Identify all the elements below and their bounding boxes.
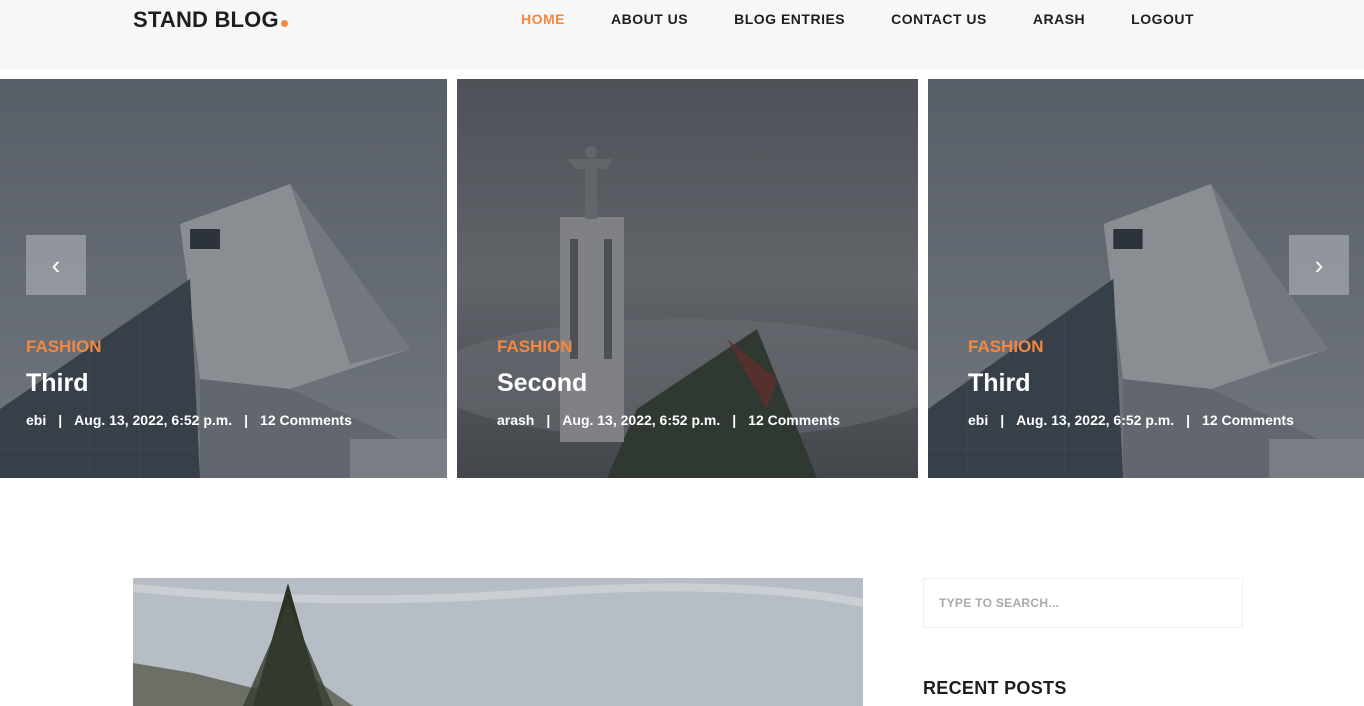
- recent-posts-heading: RECENT POSTS: [923, 678, 1067, 698]
- meta-separator: |: [244, 412, 249, 428]
- slider-prev-button[interactable]: ‹: [26, 235, 86, 295]
- meta-separator: |: [1000, 412, 1005, 428]
- slide-date[interactable]: Aug. 13, 2022, 6:52 p.m.: [1016, 412, 1174, 428]
- featured-post-image[interactable]: [133, 578, 863, 706]
- slide-date[interactable]: Aug. 13, 2022, 6:52 p.m.: [74, 412, 232, 428]
- meta-separator: |: [546, 412, 551, 428]
- logo-text: STAND BLOG: [133, 7, 279, 32]
- chevron-left-icon: ‹: [51, 249, 61, 280]
- nav-logout[interactable]: LOGOUT: [1131, 11, 1194, 27]
- nav-user-arash[interactable]: ARASH: [1033, 11, 1085, 27]
- slide-date[interactable]: Aug. 13, 2022, 6:52 p.m.: [562, 412, 720, 428]
- slide-comments[interactable]: 12 Comments: [1202, 412, 1294, 428]
- slide-title[interactable]: Second: [497, 369, 840, 398]
- logo-dot-icon: [280, 20, 288, 27]
- slide-author[interactable]: ebi: [26, 412, 46, 428]
- nav-home[interactable]: HOME: [521, 11, 565, 27]
- nav-blog-entries[interactable]: BLOG ENTRIES: [734, 11, 845, 27]
- slide-caption: FASHION Third ebi | Aug. 13, 2022, 6:52 …: [968, 337, 1294, 428]
- slide-title[interactable]: Third: [968, 369, 1294, 398]
- site-logo[interactable]: STAND BLOG: [133, 7, 288, 33]
- hero-slider: FASHION Third ebi | Aug. 13, 2022, 6:52 …: [0, 79, 1364, 478]
- slide-meta: arash | Aug. 13, 2022, 6:52 p.m. | 12 Co…: [497, 412, 840, 428]
- meta-separator: |: [1186, 412, 1191, 428]
- search-input[interactable]: [923, 578, 1243, 628]
- nav-about-us[interactable]: ABOUT US: [611, 11, 688, 27]
- slide-author[interactable]: arash: [497, 412, 534, 428]
- slide-title[interactable]: Third: [26, 369, 352, 398]
- slide-meta: ebi | Aug. 13, 2022, 6:52 p.m. | 12 Comm…: [26, 412, 352, 428]
- meta-separator: |: [732, 412, 737, 428]
- slide-category[interactable]: FASHION: [497, 337, 840, 357]
- slider-next-button[interactable]: ›: [1289, 235, 1349, 295]
- meta-separator: |: [58, 412, 63, 428]
- slide-comments[interactable]: 12 Comments: [748, 412, 840, 428]
- slide-category[interactable]: FASHION: [968, 337, 1294, 357]
- slide-caption: FASHION Second arash | Aug. 13, 2022, 6:…: [497, 337, 840, 428]
- slide-caption: FASHION Third ebi | Aug. 13, 2022, 6:52 …: [26, 337, 352, 428]
- site-header: STAND BLOG HOME ABOUT US BLOG ENTRIES CO…: [0, 0, 1364, 69]
- nav-contact-us[interactable]: CONTACT US: [891, 11, 987, 27]
- slide-author[interactable]: ebi: [968, 412, 988, 428]
- slide-comments[interactable]: 12 Comments: [260, 412, 352, 428]
- slide-category[interactable]: FASHION: [26, 337, 352, 357]
- chevron-right-icon: ›: [1314, 249, 1324, 280]
- main-nav: HOME ABOUT US BLOG ENTRIES CONTACT US AR…: [521, 11, 1240, 27]
- slide-meta: ebi | Aug. 13, 2022, 6:52 p.m. | 12 Comm…: [968, 412, 1294, 428]
- slide-card[interactable]: FASHION Second arash | Aug. 13, 2022, 6:…: [457, 79, 918, 478]
- post-image-tree: [133, 578, 863, 706]
